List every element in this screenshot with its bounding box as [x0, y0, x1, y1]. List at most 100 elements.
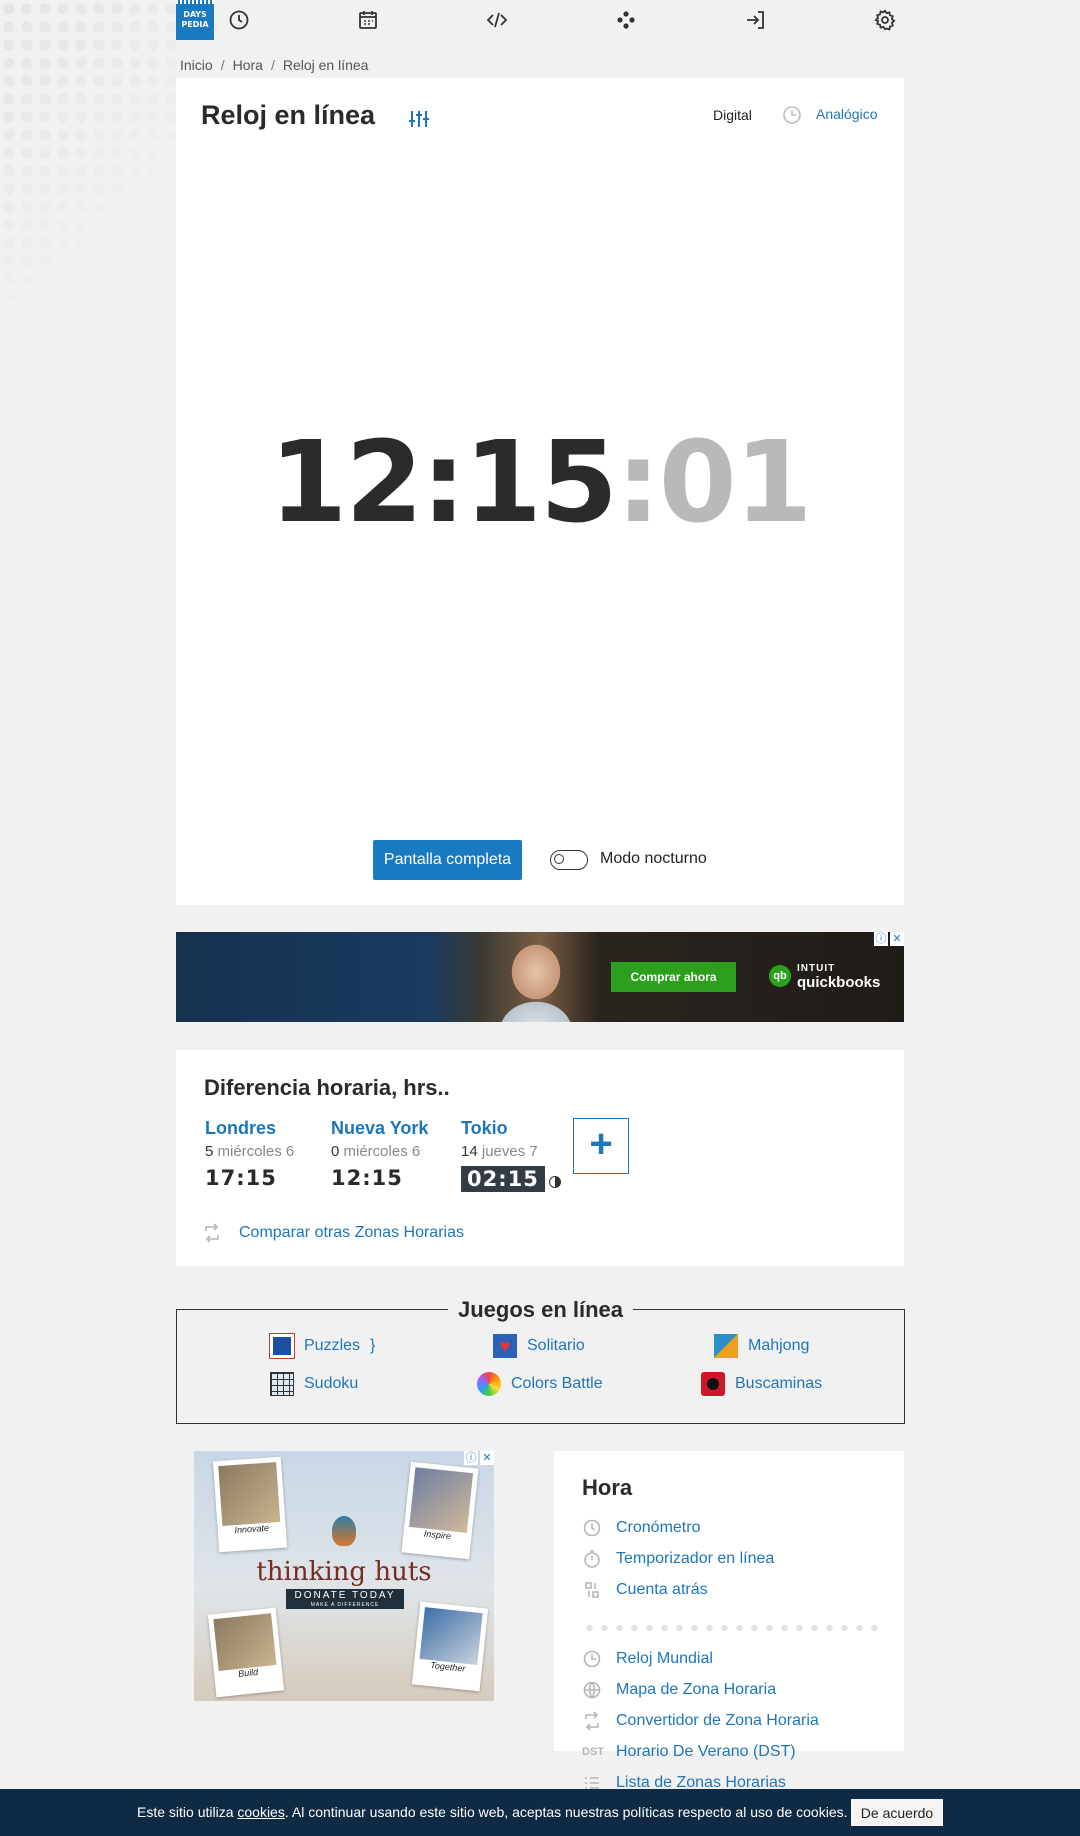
link-label[interactable]: Cuenta atrás [616, 1581, 708, 1599]
game-mahjong[interactable]: Mahjong [714, 1334, 809, 1358]
logo-text-days: DAYS [183, 10, 207, 19]
globe-icon [582, 1680, 602, 1700]
quickbooks-logo-icon: qb [769, 965, 791, 987]
game-puzzles[interactable]: Puzzles } [269, 1333, 375, 1359]
link-timezone-converter[interactable]: Convertidor de Zona Horaria [582, 1711, 819, 1731]
quickbooks-ad-banner[interactable]: Comprar ahora qb INTUIT quickbooks ⓘ ✕ [176, 932, 904, 1022]
countdown-icon [582, 1580, 602, 1600]
link-label[interactable]: Mapa de Zona Horaria [616, 1681, 776, 1699]
ad-photo [466, 932, 606, 1022]
converter-arrows-icon [582, 1711, 602, 1731]
link-label[interactable]: Reloj Mundial [616, 1650, 713, 1668]
breadcrumb-current: Reloj en línea [282, 57, 369, 73]
ad-info-icon[interactable]: ⓘ [464, 1451, 478, 1465]
kingfisher-bird-icon [332, 1516, 356, 1546]
city-name[interactable]: Londres [205, 1118, 294, 1139]
polaroid-caption: Innovate [234, 1522, 270, 1536]
polaroid-caption: Build [237, 1666, 259, 1679]
login-icon[interactable] [744, 8, 768, 32]
ad-donate-text: DONATE TODAY [294, 1590, 396, 1601]
mode-analog-option[interactable]: Analógico [816, 106, 878, 122]
breadcrumb-inicio[interactable]: Inicio [180, 57, 213, 73]
hora-title: Hora [582, 1475, 633, 1500]
calendar-icon[interactable] [356, 8, 380, 32]
stopwatch-icon [582, 1518, 602, 1538]
link-label[interactable]: Convertidor de Zona Horaria [616, 1712, 819, 1730]
night-moon-icon [548, 1175, 561, 1188]
night-mode-label: Modo nocturno [600, 850, 707, 867]
city-day: miércoles 6 [217, 1143, 295, 1160]
ad-info-icon[interactable]: ⓘ [874, 932, 888, 946]
settings-sliders-icon[interactable] [408, 108, 430, 130]
link-label[interactable]: Temporizador en línea [616, 1550, 774, 1568]
online-games-box: Juegos en línea Puzzles } ♥ Solitario Ma… [176, 1297, 905, 1424]
game-label: Puzzles [304, 1337, 361, 1354]
breadcrumb-hora[interactable]: Hora [233, 57, 263, 73]
game-sudoku[interactable]: Sudoku [270, 1372, 358, 1396]
game-label: Sudoku [304, 1375, 359, 1392]
game-label: Solitario [527, 1337, 585, 1354]
game-label: Buscaminas [735, 1375, 823, 1392]
clock-hours-minutes: 12:15 [269, 418, 618, 548]
ad-title: thinking huts [256, 1557, 432, 1587]
night-mode-toggle[interactable] [550, 850, 588, 870]
section-divider [582, 1624, 880, 1632]
city-london[interactable]: Londres 5 miércoles 6 17:15 [205, 1118, 294, 1190]
mode-digital-option[interactable]: Digital [713, 107, 752, 123]
city-new-york[interactable]: Nueva York 0 miércoles 6 12:15 [331, 1118, 428, 1190]
game-label: Colors Battle [511, 1375, 603, 1392]
ad-brand-name: quickbooks [797, 974, 881, 991]
city-offset: 14 [461, 1143, 478, 1160]
game-colors-battle[interactable]: Colors Battle [477, 1372, 603, 1396]
link-timezone-map[interactable]: Mapa de Zona Horaria [582, 1680, 776, 1700]
ad-close-icon[interactable]: ✕ [480, 1451, 494, 1465]
cookie-text-before: Este sitio utiliza [137, 1804, 238, 1820]
city-time: 12:15 [331, 1166, 403, 1190]
online-clock-card: Reloj en línea Digital Analógico 12:15:0… [176, 78, 904, 905]
dst-icon: DST [582, 1746, 604, 1758]
fullscreen-button[interactable]: Pantalla completa [373, 840, 522, 880]
link-stopwatch[interactable]: Cronómetro [582, 1518, 700, 1538]
game-label: Mahjong [748, 1337, 810, 1354]
cookies-link[interactable]: cookies [237, 1804, 284, 1820]
thinking-huts-ad[interactable]: Innovate Inspire Build Together thinking… [194, 1451, 494, 1701]
city-tokyo[interactable]: Tokio 14 jueves 7 02:15 [461, 1118, 561, 1192]
world-clock-icon [582, 1649, 602, 1669]
minesweeper-mine-icon [701, 1372, 725, 1396]
game-minesweeper[interactable]: Buscaminas [701, 1372, 822, 1396]
link-label[interactable]: Cronómetro [616, 1519, 700, 1537]
link-dst[interactable]: DST Horario De Verano (DST) [582, 1742, 796, 1762]
link-world-clock[interactable]: Reloj Mundial [582, 1649, 713, 1669]
compare-arrows-icon [202, 1223, 222, 1243]
gear-icon[interactable] [873, 8, 897, 32]
city-day: jueves 7 [481, 1143, 538, 1160]
solitaire-heart-icon: ♥ [493, 1334, 517, 1358]
add-city-button[interactable]: + [573, 1118, 629, 1174]
link-label[interactable]: Horario De Verano (DST) [616, 1743, 796, 1761]
link-countdown[interactable]: Cuenta atrás [582, 1580, 708, 1600]
ad-buy-button[interactable]: Comprar ahora [611, 962, 736, 992]
cookie-consent-bar: Este sitio utiliza cookies. Al continuar… [0, 1789, 1080, 1836]
ad-brand: qb INTUIT quickbooks [769, 962, 880, 990]
puzzles-icon [269, 1333, 295, 1359]
city-offset: 0 [331, 1143, 340, 1160]
breadcrumb: Inicio / Hora / Reloj en línea [180, 57, 369, 73]
dayspedia-logo[interactable]: DAYS PEDIA [176, 0, 214, 40]
analog-clock-icon[interactable] [781, 104, 803, 126]
link-timer[interactable]: Temporizador en línea [582, 1549, 774, 1569]
game-solitaire[interactable]: ♥ Solitario [493, 1334, 585, 1358]
clock-icon[interactable] [227, 8, 251, 32]
city-offset-day: 14 jueves 7 [461, 1143, 561, 1160]
city-name[interactable]: Nueva York [331, 1118, 428, 1139]
ad-donate-button[interactable]: DONATE TODAY MAKE A DIFFERENCE [286, 1589, 404, 1609]
city-name[interactable]: Tokio [461, 1118, 561, 1139]
compare-timezones-link[interactable]: Comparar otras Zonas Horarias [239, 1224, 464, 1242]
ad-close-icon[interactable]: ✕ [890, 932, 904, 946]
city-time: 17:15 [205, 1166, 277, 1190]
code-icon[interactable] [485, 8, 509, 32]
city-offset-day: 5 miércoles 6 [205, 1143, 294, 1160]
mahjong-icon [714, 1334, 738, 1358]
games-icon[interactable] [614, 8, 638, 32]
city-offset: 5 [205, 1143, 214, 1160]
cookie-accept-button[interactable]: De acuerdo [851, 1799, 943, 1826]
